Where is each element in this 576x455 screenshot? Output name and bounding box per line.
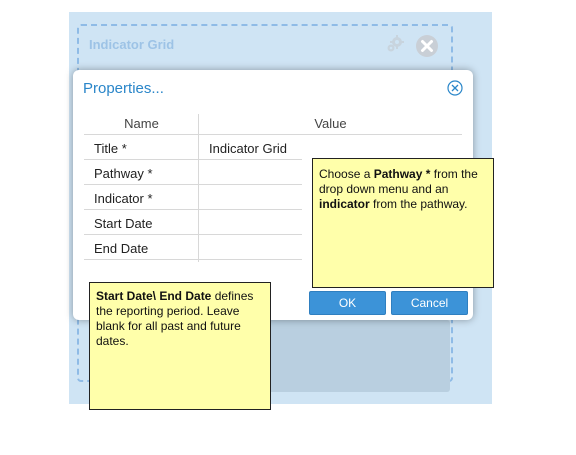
pathway-help-note: Choose a Pathway * from the drop down me…	[312, 158, 494, 288]
grid-row-start-date[interactable]: Start Date	[84, 210, 302, 235]
grid-row-pathway[interactable]: Pathway *	[84, 160, 302, 185]
row-name: Indicator *	[94, 191, 153, 206]
row-name: Pathway *	[94, 166, 153, 181]
note-bold-indicator: indicator	[319, 197, 370, 211]
row-value[interactable]: Indicator Grid	[209, 141, 287, 156]
grid-header: Name Value	[84, 114, 462, 135]
note-text: from the pathway.	[369, 197, 468, 211]
column-header-name: Name	[124, 116, 159, 131]
row-name: Title *	[94, 141, 127, 156]
dates-help-note: Start Date\ End Date defines the reporti…	[89, 282, 271, 410]
note-bold-dates: Start Date\ End Date	[96, 289, 212, 303]
grid-row-title[interactable]: Title * Indicator Grid	[84, 135, 302, 160]
close-circle-icon[interactable]	[415, 34, 439, 58]
cancel-button[interactable]: Cancel	[391, 291, 468, 315]
row-name: End Date	[94, 241, 149, 256]
close-circle-icon[interactable]	[447, 80, 463, 96]
dialog-title: Properties...	[83, 80, 164, 97]
gear-icon[interactable]	[385, 34, 405, 54]
column-header-value: Value	[314, 116, 347, 131]
ok-button[interactable]: OK	[309, 291, 386, 315]
grid-row-end-date[interactable]: End Date	[84, 235, 302, 260]
note-bold-pathway: Pathway *	[373, 167, 431, 181]
grid-row-indicator[interactable]: Indicator *	[84, 185, 302, 210]
row-name: Start Date	[94, 216, 153, 231]
note-text: Choose a	[319, 167, 374, 181]
widget-title: Indicator Grid	[89, 37, 175, 52]
widget-header: Indicator Grid	[79, 26, 451, 66]
